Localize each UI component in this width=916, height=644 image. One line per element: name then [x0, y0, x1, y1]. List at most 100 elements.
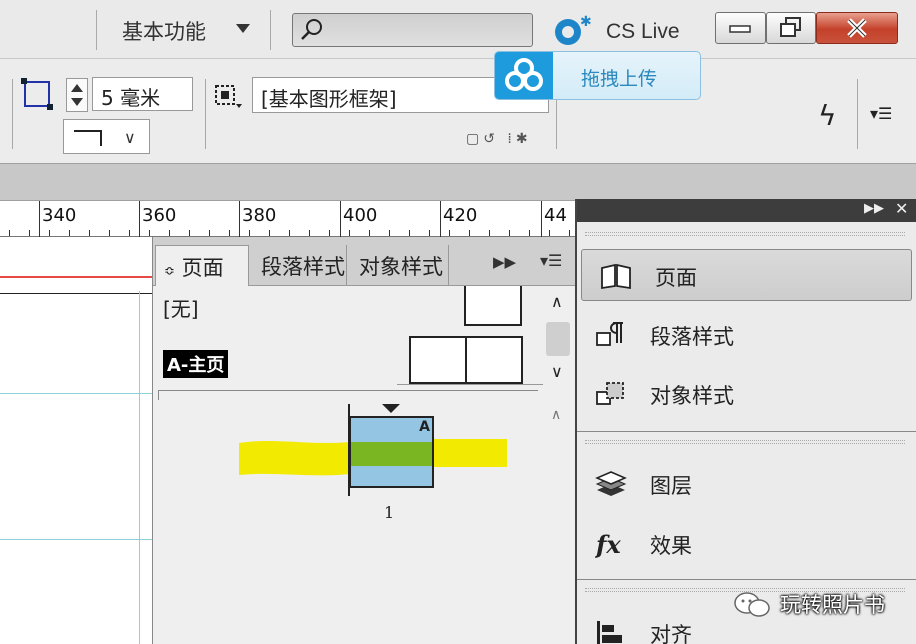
- svg-text:✱: ✱: [580, 14, 592, 30]
- pages-panel: ≎ 页面 段落样式 对象样式 ▶▶ ▾☰ [无] A-主页 ∧ ∨ ∧ A 1: [152, 237, 576, 644]
- separator: [857, 79, 858, 149]
- master-none[interactable]: [无]: [163, 293, 199, 322]
- chevron-down-icon: ∨: [124, 128, 136, 147]
- tab-object-styles[interactable]: 对象样式: [349, 245, 449, 286]
- tab-pages[interactable]: ≎ 页面: [155, 245, 249, 286]
- ruler-minor-tick: [549, 230, 550, 236]
- quick-apply-icon[interactable]: ϟ: [818, 99, 836, 132]
- margin-guide: [0, 276, 152, 278]
- side-item-label: 对齐: [650, 623, 692, 644]
- ruler-minor-tick: [309, 230, 310, 236]
- ruler-minor-tick: [149, 230, 150, 236]
- scroll-thumb[interactable]: [546, 322, 570, 356]
- cslive-label[interactable]: CS Live: [606, 20, 680, 44]
- ruler-minor-tick: [369, 230, 370, 236]
- separator: [96, 10, 97, 50]
- panel-dock-header[interactable]: ▶▶ ✕: [577, 199, 916, 222]
- close-button[interactable]: [816, 12, 898, 44]
- scroll-up-icon[interactable]: ∧: [551, 407, 561, 423]
- ruler-minor-tick: [289, 230, 290, 236]
- object-styles-icon: [596, 382, 624, 405]
- svg-text:fx: fx: [595, 530, 621, 558]
- stepper-up-icon[interactable]: [71, 84, 83, 92]
- ruler-label: 340: [42, 205, 77, 226]
- expand-panels-icon[interactable]: ▶▶: [493, 253, 516, 271]
- side-item-object-styles[interactable]: 对象样式: [577, 368, 916, 420]
- side-item-label: 对象样式: [650, 384, 734, 408]
- master-a[interactable]: A-主页: [163, 350, 229, 378]
- minimize-button[interactable]: [715, 12, 766, 44]
- ruler-label: 420: [443, 205, 478, 226]
- stroke-weight-stepper[interactable]: [66, 78, 88, 112]
- scroll-down-icon[interactable]: ∨: [551, 362, 563, 381]
- ruler-tick: [39, 201, 40, 237]
- tab-indicator-icon: ≎: [164, 264, 175, 279]
- expand-dock-icon[interactable]: ▶▶: [864, 201, 884, 216]
- application-bar: 基本功能 ✱ CS Live: [0, 0, 916, 58]
- master-a-left-thumbnail[interactable]: [409, 336, 467, 384]
- ruler-tick: [541, 201, 542, 237]
- side-item-label: 效果: [650, 534, 692, 558]
- guide-line: [0, 393, 152, 394]
- panel-menu-icon[interactable]: ▾☰: [870, 104, 892, 123]
- side-item-effects[interactable]: fx 效果: [577, 518, 916, 570]
- stroke-weight-field[interactable]: 5 毫米: [92, 77, 193, 111]
- side-item-pages[interactable]: 页面: [581, 249, 912, 301]
- chevron-down-icon[interactable]: [236, 24, 250, 33]
- minimize-icon: [729, 25, 751, 33]
- ruler-minor-tick: [349, 230, 350, 236]
- group-grip[interactable]: [585, 440, 905, 444]
- section-divider[interactable]: [158, 390, 538, 400]
- object-style-icon: [215, 85, 242, 108]
- masters-scrollbar[interactable]: ∧ ∨: [543, 286, 576, 386]
- horizontal-ruler[interactable]: 340 360 380 400 420 44: [0, 201, 590, 237]
- clear-overrides-icon[interactable]: ▢↺ ⁞✱: [466, 131, 532, 147]
- ruler-minor-tick: [489, 230, 490, 236]
- restore-button[interactable]: [766, 12, 816, 44]
- control-panel: 5 毫米 ∨ [基本图形框架] ▢↺ ⁞✱ ϟ ▾☰: [0, 58, 916, 163]
- cslive-icon[interactable]: ✱: [548, 14, 592, 50]
- fx-icon: fx: [595, 530, 621, 558]
- ruler-tick: [340, 201, 341, 237]
- group-separator: [577, 579, 916, 580]
- paragraph-styles-icon: [596, 322, 623, 346]
- stepper-down-icon[interactable]: [71, 98, 83, 106]
- ruler-label: 44: [544, 205, 567, 226]
- master-none-thumbnail[interactable]: [464, 286, 522, 326]
- ruler-label: 360: [142, 205, 177, 226]
- side-item-layers[interactable]: 图层: [577, 458, 916, 510]
- guide-line: [0, 539, 152, 540]
- panel-tab-bar: ≎ 页面 段落样式 对象样式 ▶▶ ▾☰: [153, 237, 576, 286]
- side-item-paragraph-styles[interactable]: 段落样式: [577, 309, 916, 361]
- watermark: 玩转照片书: [732, 588, 908, 620]
- stroke-type-select[interactable]: ∨: [63, 119, 150, 154]
- panel-menu-icon[interactable]: ▾☰: [540, 251, 562, 270]
- wechat-icon: [734, 592, 770, 617]
- ruler-minor-tick: [129, 230, 130, 236]
- separator: [270, 10, 271, 50]
- search-input[interactable]: [292, 13, 533, 47]
- ruler-minor-tick: [449, 230, 450, 236]
- separator: [12, 79, 13, 149]
- restore-icon: [780, 17, 801, 37]
- master-prefix: A: [419, 419, 430, 435]
- ruler-minor-tick: [189, 230, 190, 236]
- scroll-up-icon[interactable]: ∧: [551, 292, 563, 311]
- ruler-tick: [139, 201, 140, 237]
- ruler-minor-tick: [209, 230, 210, 236]
- ruler-minor-tick: [69, 230, 70, 236]
- ruler-minor-tick: [509, 230, 510, 236]
- tooltip-label: 拖拽上传: [581, 68, 658, 90]
- master-a-right-thumbnail[interactable]: [465, 336, 523, 384]
- column-guide: [139, 291, 140, 644]
- group-grip[interactable]: [585, 232, 905, 236]
- ruler-tick: [239, 201, 240, 237]
- tab-paragraph-styles[interactable]: 段落样式: [251, 245, 347, 286]
- close-icon: [847, 18, 867, 38]
- ruler-minor-tick: [9, 230, 10, 236]
- document-canvas[interactable]: [0, 237, 152, 644]
- upload-tooltip[interactable]: 拖拽上传: [494, 51, 701, 100]
- page-1-thumbnail[interactable]: A: [349, 416, 434, 488]
- workspace-switcher[interactable]: 基本功能: [122, 16, 206, 46]
- close-icon[interactable]: ✕: [895, 199, 908, 218]
